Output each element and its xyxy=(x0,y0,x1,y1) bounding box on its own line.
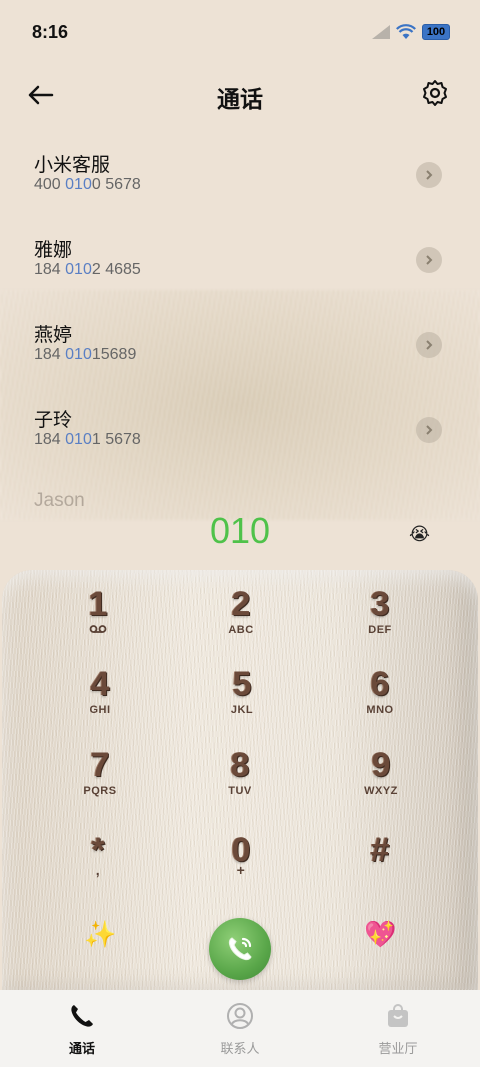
chevron-right-icon xyxy=(426,340,433,350)
status-icons: 100 xyxy=(372,24,450,40)
person-icon xyxy=(227,1003,253,1029)
voicemail-icon xyxy=(38,624,158,637)
contact-number: 400 0100 5678 xyxy=(34,176,141,193)
chevron-right-icon xyxy=(426,425,433,435)
contact-item[interactable]: 子玲 184 0101 5678 xyxy=(0,395,480,480)
contact-detail-button[interactable] xyxy=(416,417,442,443)
page-title: 通话 xyxy=(217,87,263,113)
status-bar: 8:16 100 xyxy=(0,0,480,64)
nav-item-calls[interactable]: 通话 xyxy=(32,1002,132,1057)
key-star[interactable]: * , xyxy=(38,830,158,900)
key-3[interactable]: 3 DEF xyxy=(320,584,440,654)
key-0[interactable]: 0 + xyxy=(181,830,301,900)
key-6[interactable]: 6 MNO xyxy=(320,664,440,734)
key-5[interactable]: 5 JKL xyxy=(182,664,302,734)
sparkles-icon[interactable]: ✨ xyxy=(84,920,116,950)
signal-icon xyxy=(372,25,390,39)
contact-suggestion-list: 小米客服 400 0100 5678 雅娜 184 0102 4685 燕婷 1… xyxy=(0,140,480,480)
contact-detail-button[interactable] xyxy=(416,162,442,188)
contact-name: 雅娜 xyxy=(34,239,73,261)
contact-detail-button[interactable] xyxy=(416,332,442,358)
status-time: 8:16 xyxy=(32,22,69,42)
gear-icon xyxy=(423,80,447,106)
wifi-icon xyxy=(396,24,416,39)
key-1[interactable]: 1 xyxy=(38,584,158,654)
contact-name: 燕婷 xyxy=(34,324,73,346)
heart-icon[interactable]: 💖 xyxy=(364,920,396,950)
nav-item-service-hall[interactable]: 营业厅 xyxy=(348,1002,448,1057)
bag-icon xyxy=(388,1004,408,1027)
crying-face-icon[interactable]: 😭 xyxy=(409,524,430,545)
chevron-right-icon xyxy=(426,170,433,180)
contact-item[interactable]: 燕婷 184 01015689 xyxy=(0,310,480,395)
key-2[interactable]: 2 ABC xyxy=(181,584,301,654)
contact-item-faded[interactable]: Jason xyxy=(34,490,85,512)
phone-call-icon xyxy=(228,937,252,961)
key-8[interactable]: 8 TUV xyxy=(180,745,300,815)
contact-number: 184 0101 5678 xyxy=(34,431,141,448)
settings-button[interactable] xyxy=(420,78,450,108)
contact-number: 184 01015689 xyxy=(34,346,137,363)
contact-name: 子玲 xyxy=(34,409,73,431)
key-9[interactable]: 9 WXYZ xyxy=(321,745,441,815)
bottom-navigation: 通话 联系人 营业厅 xyxy=(0,990,480,1067)
contact-item[interactable]: 雅娜 184 0102 4685 xyxy=(0,225,480,310)
key-hash[interactable]: # xyxy=(320,830,440,900)
nav-item-contacts[interactable]: 联系人 xyxy=(190,1002,290,1057)
call-button[interactable] xyxy=(209,918,271,980)
contact-number: 184 0102 4685 xyxy=(34,261,141,278)
header: 通话 xyxy=(0,64,480,124)
contact-detail-button[interactable] xyxy=(416,247,442,273)
phone-icon xyxy=(71,1005,93,1027)
chevron-right-icon xyxy=(426,255,433,265)
key-7[interactable]: 7 PQRS xyxy=(40,745,160,815)
battery-icon: 100 xyxy=(422,24,450,40)
contact-name: 小米客服 xyxy=(34,154,111,176)
contact-item[interactable]: 小米客服 400 0100 5678 xyxy=(0,140,480,225)
key-4[interactable]: 4 GHI xyxy=(40,664,160,734)
